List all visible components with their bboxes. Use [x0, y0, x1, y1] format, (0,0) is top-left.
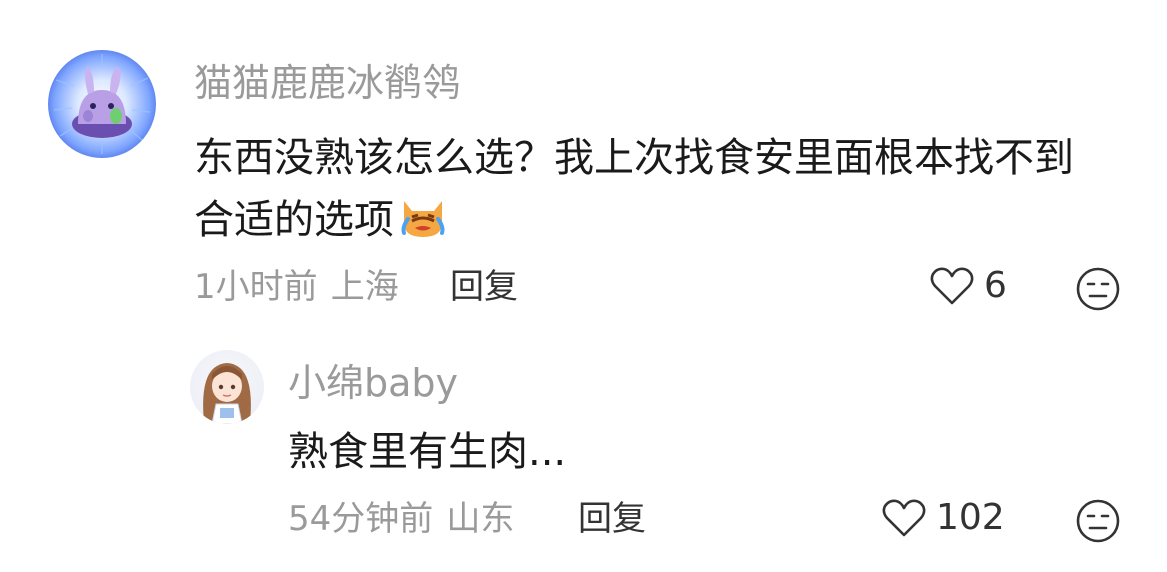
like-count: 6 [984, 265, 1007, 306]
avatar[interactable] [48, 50, 156, 158]
comment-text-line-2-wrap: 合适的选项 [194, 193, 448, 243]
comment-time: 1小时前 [194, 267, 318, 307]
dislike-button[interactable] [1075, 266, 1121, 316]
crying-cat-emoji-icon [398, 193, 448, 243]
username[interactable]: 猫猫鹿鹿冰鹡鸰 [194, 64, 460, 102]
goomy-avatar-icon [53, 54, 151, 154]
reply-location: 山东 [446, 499, 515, 539]
heart-outline-icon [882, 499, 926, 537]
reply-like-button[interactable]: 102 [882, 498, 1005, 538]
heart-outline-icon [930, 267, 974, 305]
reply-meta: 54分钟前 山东 [288, 502, 514, 536]
comment-meta: 1小时前 上海 [194, 270, 399, 304]
comment-text-line-2: 合适的选项 [194, 197, 394, 243]
anime-girl-avatar-icon [203, 363, 251, 424]
reply-time: 54分钟前 [288, 499, 434, 539]
reply-button[interactable]: 回复 [450, 270, 518, 304]
reply-reply-button[interactable]: 回复 [578, 502, 646, 536]
reply-like-count: 102 [936, 497, 1005, 538]
neutral-face-icon [1076, 267, 1120, 311]
reply-dislike-button[interactable] [1075, 498, 1121, 548]
reply-text: 熟食里有生肉... [288, 429, 567, 475]
comment-location: 上海 [330, 267, 399, 307]
neutral-face-icon [1076, 499, 1120, 543]
reply-avatar[interactable] [190, 350, 264, 424]
like-button[interactable]: 6 [930, 266, 1007, 306]
reply-username[interactable]: 小绵baby [288, 364, 458, 402]
comment-thread: 猫猫鹿鹿冰鹡鸰 东西没熟该怎么选？我上次找食安里面根本找不到 合适的选项 1小时… [0, 0, 1167, 572]
comment-text-line-1: 东西没熟该怎么选？我上次找食安里面根本找不到 [194, 135, 1074, 181]
